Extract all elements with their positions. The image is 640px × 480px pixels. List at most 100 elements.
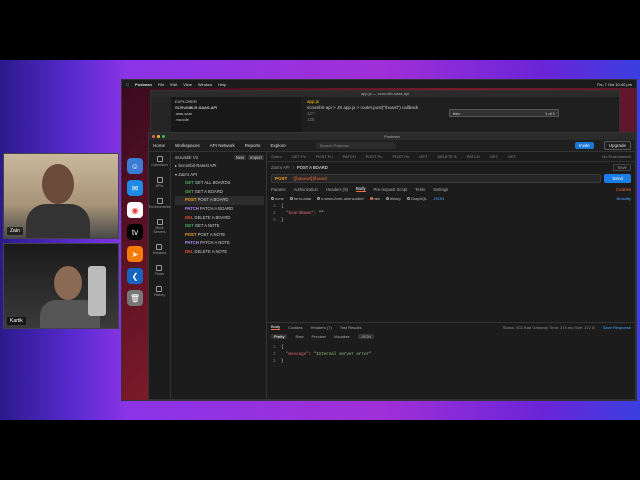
search-input[interactable]: Search Postman bbox=[315, 142, 396, 149]
tab-body[interactable]: Body bbox=[356, 186, 366, 192]
new-button[interactable]: New bbox=[233, 154, 247, 160]
radio-raw[interactable]: raw bbox=[369, 196, 380, 201]
open-tab[interactable]: GET bbox=[490, 154, 498, 159]
nav-explore[interactable]: Explore bbox=[270, 143, 285, 148]
format-select[interactable]: JSON bbox=[357, 334, 375, 339]
rail-environments[interactable]: Environments bbox=[149, 198, 170, 209]
request-item[interactable]: DEL DELETE A BOARD bbox=[175, 214, 264, 223]
view-visualize[interactable]: Visualize bbox=[334, 334, 350, 339]
open-tab[interactable]: POST Pu bbox=[392, 154, 409, 159]
request-item[interactable]: PATCH PATCH A BOARD bbox=[175, 205, 264, 214]
invite-button[interactable]: Invite bbox=[574, 142, 594, 149]
tab-headers[interactable]: Headers (9) bbox=[326, 187, 348, 192]
res-tab-cookies[interactable]: Cookies bbox=[288, 325, 302, 330]
open-tab[interactable]: PATCH bbox=[467, 154, 480, 159]
radio-graphql[interactable]: GraphQL bbox=[406, 196, 427, 201]
tree-root[interactable]: ▸ Scrumblr-Rarest API bbox=[175, 162, 264, 171]
radio-binary[interactable]: binary bbox=[385, 196, 401, 201]
url-input[interactable]: {{baseurl}}/board bbox=[293, 176, 327, 181]
rail-monitors[interactable]: Monitors bbox=[153, 244, 166, 255]
rail-apis[interactable]: APIs bbox=[156, 177, 163, 188]
request-item[interactable]: GET GET ALL BOARDS bbox=[175, 179, 264, 188]
nav-home[interactable]: Home bbox=[153, 143, 165, 148]
open-tab[interactable]: POST Pu bbox=[366, 154, 383, 159]
mail-icon[interactable]: ✉ bbox=[127, 180, 143, 196]
radio-urlencoded[interactable]: x-www-form-urlencoded bbox=[317, 196, 364, 201]
tab-settings[interactable]: Settings bbox=[433, 187, 448, 192]
line-number: 1 bbox=[273, 205, 276, 209]
nav-reports[interactable]: Reports bbox=[245, 143, 261, 148]
res-tab-headers[interactable]: Headers (7) bbox=[311, 325, 332, 330]
upgrade-button[interactable]: Upgrade bbox=[603, 141, 631, 150]
rail-flows[interactable]: Flows bbox=[155, 265, 164, 276]
beautify-link[interactable]: Beautify bbox=[617, 196, 631, 201]
rail-collections[interactable]: Collections bbox=[151, 156, 168, 167]
rail-mock-servers[interactable]: Mock Servers bbox=[149, 219, 170, 234]
tab-authorization[interactable]: Authorization bbox=[293, 187, 317, 192]
view-pretty[interactable]: Pretty bbox=[271, 334, 288, 339]
line-number: 128 bbox=[307, 117, 315, 122]
apple-tv-icon[interactable]: tv bbox=[127, 224, 143, 240]
request-body-editor[interactable]: 1 { 2 "boardName": "" 3} bbox=[267, 202, 635, 227]
json-value: "Internal server error" bbox=[313, 353, 372, 357]
method-select[interactable]: POST bbox=[275, 176, 287, 181]
chrome-icon[interactable]: ◉ bbox=[127, 202, 143, 218]
request-item[interactable]: GET GET A NOTE bbox=[175, 222, 264, 231]
open-tab[interactable]: POST Pu bbox=[316, 154, 333, 159]
tab-tests[interactable]: Tests bbox=[415, 187, 425, 192]
request-item[interactable]: GET GET A BOARD bbox=[175, 188, 264, 197]
open-tab[interactable]: GET bbox=[419, 154, 427, 159]
explorer-file[interactable]: .vscode bbox=[175, 117, 297, 123]
view-raw[interactable]: Raw bbox=[295, 334, 303, 339]
apple-icon[interactable]:  bbox=[126, 82, 129, 87]
request-item[interactable]: PATCH PATCH A NOTE bbox=[175, 239, 264, 248]
radio-label: form-data bbox=[293, 195, 312, 201]
open-tab[interactable]: Overv bbox=[271, 154, 282, 159]
rail-history[interactable]: History bbox=[154, 286, 165, 297]
maximize-icon[interactable] bbox=[162, 135, 165, 138]
save-response-button[interactable]: Save Response bbox=[603, 325, 631, 330]
res-tab-tests[interactable]: Test Results bbox=[340, 325, 362, 330]
finder-icon[interactable]: ☺ bbox=[127, 158, 143, 174]
menu-app-name[interactable]: Postman bbox=[135, 82, 152, 87]
res-tab-body[interactable]: Body bbox=[271, 324, 281, 330]
breadcrumb-root[interactable]: Zain's API bbox=[271, 165, 290, 170]
radio-none[interactable]: none bbox=[271, 196, 284, 201]
postman-icon[interactable]: ➤ bbox=[127, 246, 143, 262]
nav-api-network[interactable]: API Network bbox=[210, 143, 235, 148]
request-item-selected[interactable]: POST POST A BOARD bbox=[175, 196, 264, 205]
menu-view[interactable]: View bbox=[183, 82, 192, 87]
open-tab[interactable]: PATCH bbox=[343, 154, 356, 159]
view-preview[interactable]: Preview bbox=[311, 334, 325, 339]
menu-edit[interactable]: Edit bbox=[170, 82, 177, 87]
menu-file[interactable]: File bbox=[158, 82, 164, 87]
send-button[interactable]: Send bbox=[604, 173, 631, 183]
tab-pre-request[interactable]: Pre-request Script bbox=[374, 187, 408, 192]
environment-select[interactable]: No Environment bbox=[602, 154, 631, 159]
request-label: GET ALL BOARDS bbox=[194, 180, 231, 186]
radio-form-data[interactable]: form-data bbox=[289, 195, 312, 201]
menu-window[interactable]: Window bbox=[198, 82, 212, 87]
line-number: 2 bbox=[273, 353, 276, 357]
nav-workspaces[interactable]: Workspaces bbox=[175, 143, 200, 148]
open-tab[interactable]: GET Pu bbox=[292, 154, 306, 159]
open-tab[interactable]: DELETE A bbox=[438, 154, 457, 159]
cookies-link[interactable]: Cookies bbox=[616, 187, 631, 192]
find-input[interactable]: trim bbox=[453, 111, 460, 116]
close-icon[interactable] bbox=[152, 135, 155, 138]
trash-icon[interactable]: 🗑 bbox=[127, 290, 143, 306]
url-bar[interactable]: POST {{baseurl}}/board bbox=[271, 173, 602, 183]
request-item[interactable]: DEL DELETE A NOTE bbox=[175, 248, 264, 257]
menu-help[interactable]: Help bbox=[218, 82, 226, 87]
minimize-icon[interactable] bbox=[157, 135, 160, 138]
tab-params[interactable]: Params bbox=[271, 187, 285, 192]
body-format-select[interactable]: JSON bbox=[433, 196, 444, 201]
import-button[interactable]: Import bbox=[248, 154, 264, 160]
save-button[interactable]: Save bbox=[613, 163, 631, 171]
find-widget[interactable]: trim 1 of 1 bbox=[449, 109, 559, 117]
request-subtabs: Params Authorization Headers (9) Body Pr… bbox=[267, 184, 635, 194]
tree-root[interactable]: ▾ Zain's API bbox=[175, 171, 264, 180]
vscode-icon[interactable]: ❮ bbox=[127, 268, 143, 284]
open-tab[interactable]: GET bbox=[508, 154, 516, 159]
request-item[interactable]: POST POST A NOTE bbox=[175, 231, 264, 240]
